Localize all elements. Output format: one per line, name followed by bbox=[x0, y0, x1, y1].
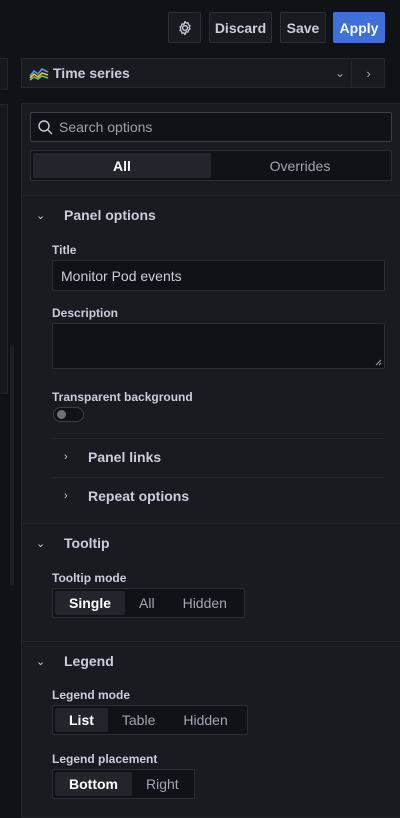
chevron-down-icon: ⌄ bbox=[36, 209, 46, 222]
legend-mode-list[interactable]: List bbox=[55, 708, 108, 732]
chevron-right-icon[interactable]: › bbox=[352, 59, 385, 87]
section-title: Panel options bbox=[64, 207, 156, 223]
chevron-down-icon[interactable]: ⌄ bbox=[328, 59, 352, 87]
panel-edit-toolbar: Discard Save Apply bbox=[0, 0, 400, 56]
preview-header-edge bbox=[0, 58, 8, 90]
tooltip-mode-group: Single All Hidden bbox=[52, 588, 245, 618]
section-panel-links[interactable]: › Panel links bbox=[52, 438, 384, 476]
description-input[interactable] bbox=[52, 323, 385, 369]
chevron-down-icon: ⌄ bbox=[36, 655, 46, 668]
section-tooltip[interactable]: ⌄ Tooltip bbox=[22, 524, 400, 562]
legend-mode-hidden[interactable]: Hidden bbox=[169, 708, 241, 732]
transparent-label: Transparent background bbox=[52, 390, 193, 404]
transparent-toggle[interactable] bbox=[53, 407, 84, 422]
legend-mode-label: Legend mode bbox=[52, 688, 131, 702]
options-pane: All Overrides ⌄ Panel options Title Moni… bbox=[21, 103, 400, 818]
title-label: Title bbox=[52, 243, 77, 257]
apply-button[interactable]: Apply bbox=[333, 12, 385, 43]
time-series-icon bbox=[29, 67, 49, 81]
discard-button[interactable]: Discard bbox=[209, 12, 272, 43]
search-options[interactable] bbox=[30, 112, 392, 142]
splitter-handle[interactable] bbox=[10, 346, 14, 586]
legend-mode-group: List Table Hidden bbox=[52, 705, 248, 735]
section-panel-options[interactable]: ⌄ Panel options bbox=[22, 196, 400, 234]
section-title: Panel links bbox=[88, 449, 162, 465]
legend-placement-label: Legend placement bbox=[52, 752, 158, 766]
gear-icon bbox=[178, 20, 191, 35]
legend-placement-right[interactable]: Right bbox=[132, 772, 193, 796]
tooltip-mode-label: Tooltip mode bbox=[52, 571, 127, 585]
search-icon bbox=[38, 120, 53, 135]
save-button[interactable]: Save bbox=[280, 12, 326, 43]
panel-preview-edge bbox=[0, 56, 14, 818]
section-title: Legend bbox=[64, 653, 114, 669]
settings-button[interactable] bbox=[168, 12, 201, 43]
visualization-picker[interactable]: Time series ⌄ › bbox=[21, 58, 385, 88]
description-label: Description bbox=[52, 306, 119, 320]
search-input[interactable] bbox=[59, 119, 379, 135]
tab-all[interactable]: All bbox=[33, 153, 211, 178]
chevron-right-icon: › bbox=[64, 451, 68, 463]
tooltip-mode-single[interactable]: Single bbox=[55, 591, 126, 615]
tooltip-mode-hidden[interactable]: Hidden bbox=[169, 591, 241, 615]
chevron-down-icon: ⌄ bbox=[36, 537, 46, 550]
toggle-knob bbox=[57, 410, 66, 419]
preview-body-edge bbox=[0, 104, 8, 394]
section-title: Tooltip bbox=[64, 535, 110, 551]
legend-mode-table[interactable]: Table bbox=[108, 708, 169, 732]
section-title: Repeat options bbox=[88, 488, 190, 504]
chevron-right-icon: › bbox=[64, 490, 68, 502]
resize-grip-icon[interactable] bbox=[375, 359, 382, 366]
tooltip-mode-all[interactable]: All bbox=[125, 591, 169, 615]
section-legend[interactable]: ⌄ Legend bbox=[22, 642, 400, 680]
legend-placement-group: Bottom Right bbox=[52, 769, 195, 799]
section-repeat-options[interactable]: › Repeat options bbox=[52, 477, 384, 515]
visualization-label: Time series bbox=[53, 65, 130, 81]
tab-overrides[interactable]: Overrides bbox=[211, 153, 389, 178]
title-input[interactable]: Monitor Pod events bbox=[52, 260, 385, 291]
options-tabs: All Overrides bbox=[30, 150, 392, 181]
legend-placement-bottom[interactable]: Bottom bbox=[55, 772, 132, 796]
